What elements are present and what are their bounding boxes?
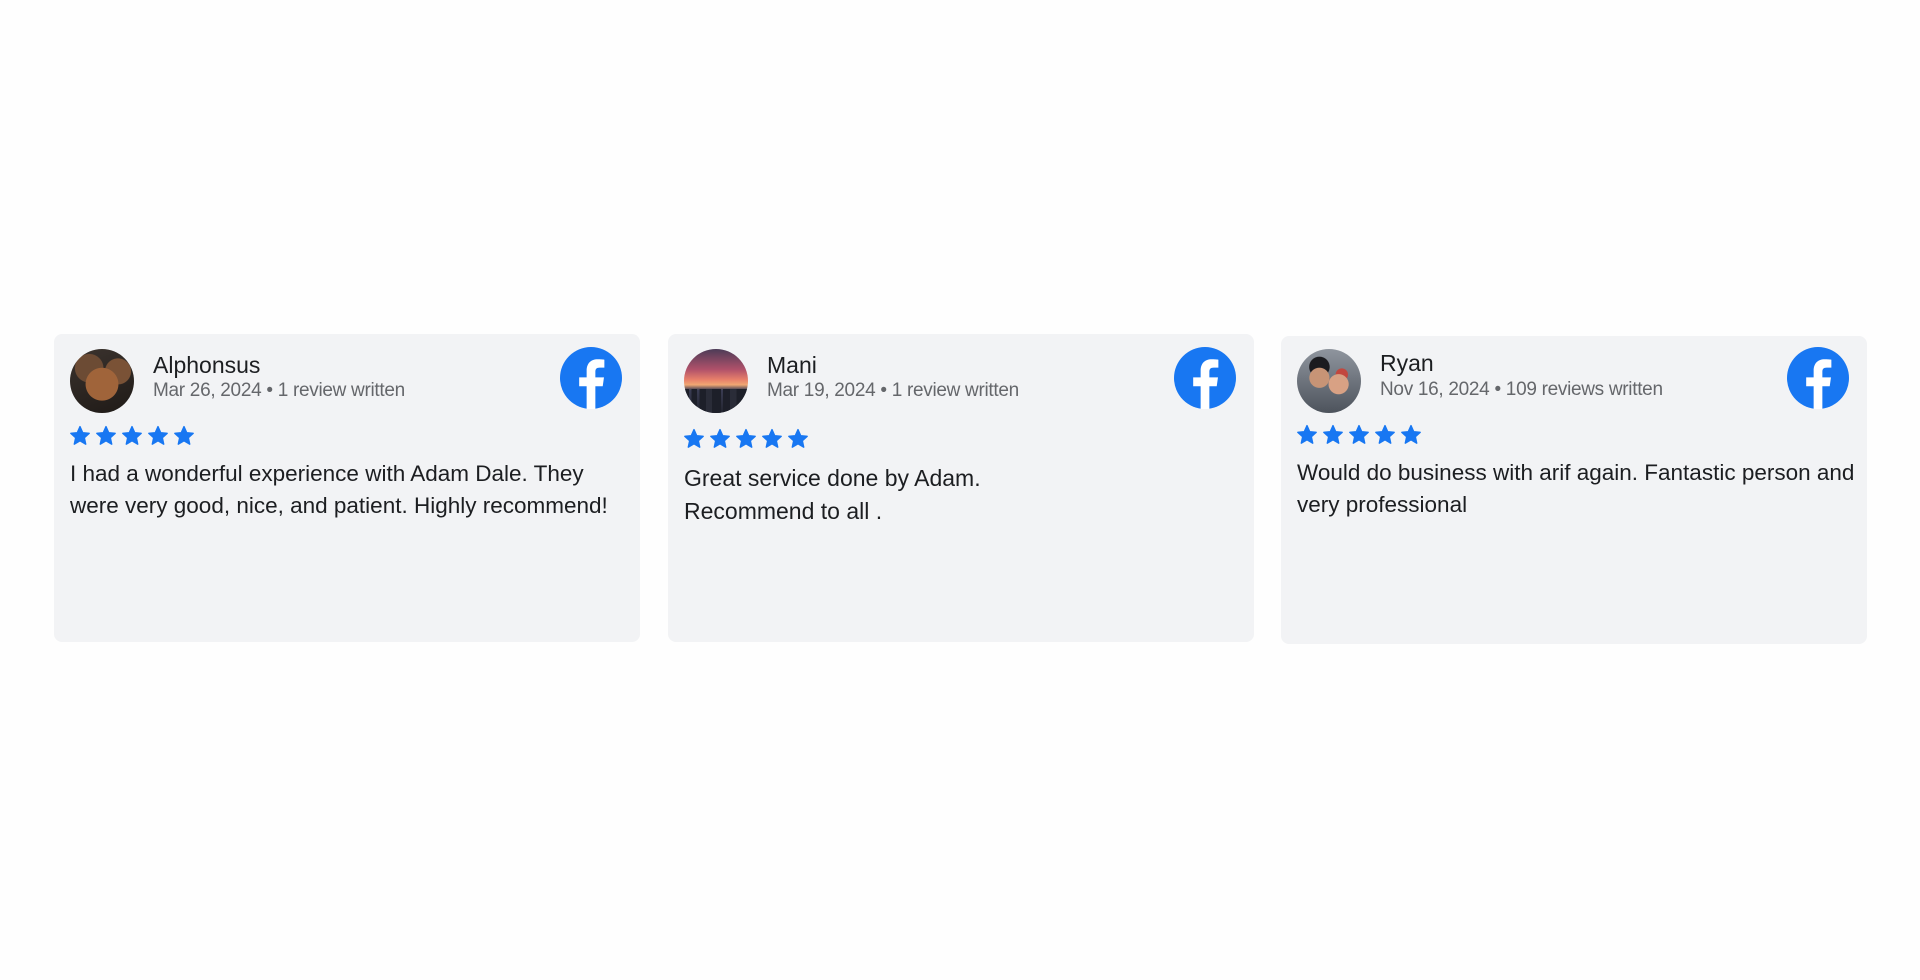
facebook-icon[interactable]: [1174, 347, 1236, 409]
review-count: 1 review written: [891, 380, 1020, 401]
review-meta: Mar 19, 2024 • 1 review written: [767, 380, 1019, 402]
avatar[interactable]: [684, 349, 748, 413]
review-text: Great service done by Adam. Recommend to…: [684, 465, 981, 524]
star-icon: [736, 428, 756, 448]
star-icon: [70, 425, 90, 445]
reviewer-name[interactable]: Alphonsus: [153, 352, 260, 379]
star-rating: [683, 428, 809, 450]
star-icon: [96, 425, 116, 445]
star-icon: [122, 425, 142, 445]
review-card: Alphonsus Mar 26, 2024 • 1 review written …: [54, 334, 640, 642]
star-rating: [1296, 424, 1422, 446]
meta-separator: •: [266, 380, 273, 401]
avatar[interactable]: [1297, 349, 1361, 413]
avatar-skyline: [684, 388, 748, 413]
star-icon: [174, 425, 194, 445]
star-icon: [684, 428, 704, 448]
reviews-row: Alphonsus Mar 26, 2024 • 1 review written …: [0, 0, 1920, 980]
star-icon: [1401, 424, 1421, 444]
facebook-icon[interactable]: [560, 347, 622, 409]
star-icon: [762, 428, 782, 448]
reviewer-name[interactable]: Ryan: [1380, 350, 1434, 377]
review-text: I had a wonderful experience with Adam D…: [70, 461, 608, 518]
review-date: Mar 19, 2024: [767, 380, 876, 401]
star-icon: [788, 428, 808, 448]
facebook-icon[interactable]: [1787, 347, 1849, 409]
star-icon: [1375, 424, 1395, 444]
review-meta: Nov 16, 2024 • 109 reviews written: [1380, 379, 1663, 401]
star-icon: [1297, 424, 1317, 444]
star-icon: [1323, 424, 1343, 444]
star-icon: [710, 428, 730, 448]
review-count: 109 reviews written: [1505, 379, 1663, 400]
review-count: 1 review written: [277, 380, 406, 401]
meta-separator: •: [880, 380, 887, 401]
star-icon: [148, 425, 168, 445]
review-date: Nov 16, 2024: [1380, 379, 1490, 400]
review-text: Would do business with arif again. Fanta…: [1297, 460, 1855, 517]
star-icon: [1349, 424, 1369, 444]
avatar[interactable]: [70, 349, 134, 413]
review-meta: Mar 26, 2024 • 1 review written: [153, 380, 405, 402]
reviewer-name[interactable]: Mani: [767, 352, 817, 379]
review-card: Ryan Nov 16, 2024 • 109 reviews written Wo…: [1281, 336, 1867, 644]
review-date: Mar 26, 2024: [153, 380, 262, 401]
meta-separator: •: [1494, 379, 1501, 400]
review-card: Mani Mar 19, 2024 • 1 review written Great…: [668, 334, 1254, 642]
star-rating: [69, 425, 195, 447]
